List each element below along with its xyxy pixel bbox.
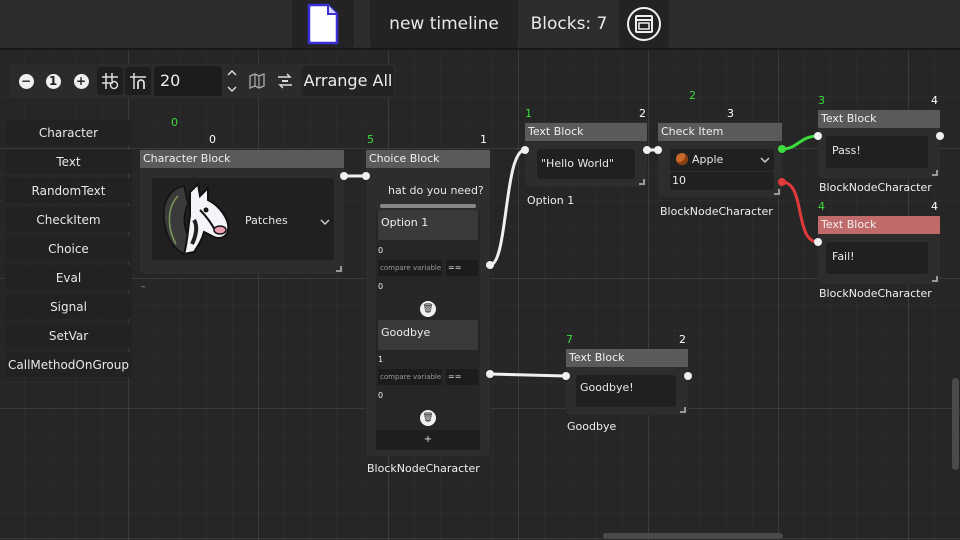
output-port[interactable] <box>643 146 651 154</box>
text-block-1-text: "Hello World" <box>541 157 615 170</box>
item-selector[interactable]: Apple <box>670 149 774 171</box>
character-selector[interactable]: Patches <box>152 178 334 260</box>
input-port[interactable] <box>814 238 822 246</box>
text-block-fail-text-field[interactable]: Fail! <box>826 242 928 274</box>
input-port[interactable] <box>654 146 662 154</box>
resize-handle[interactable] <box>336 266 342 272</box>
option-1-compare-value[interactable]: 0 <box>378 282 383 291</box>
input-port[interactable] <box>814 132 822 140</box>
node-title: Text Block <box>818 110 940 128</box>
input-port[interactable] <box>521 146 529 154</box>
resize-handle[interactable] <box>639 179 645 185</box>
choice-block-output-count: 1 <box>480 133 487 146</box>
connection-option1-text <box>489 148 526 267</box>
resize-handle[interactable] <box>932 170 938 176</box>
text-block-goodbye-text: Goodbye! <box>580 381 634 394</box>
prompt-scrollbar[interactable] <box>380 204 476 208</box>
character-block-output-count: 0 <box>209 133 216 146</box>
option-2-output-port[interactable] <box>486 370 494 378</box>
character-name: Patches <box>245 214 288 227</box>
option-1-output-port[interactable] <box>486 261 494 269</box>
apple-icon <box>676 153 688 165</box>
output-port[interactable] <box>936 132 944 140</box>
choice-block-index: 5 <box>367 133 374 146</box>
trash-icon: 🗑 <box>422 413 434 423</box>
choice-prompt[interactable]: hat do you need? <box>388 184 484 197</box>
text-block-goodbye-text-field[interactable]: Goodbye! <box>576 375 676 407</box>
add-option-button[interactable]: + <box>376 430 480 450</box>
delete-option-1-button[interactable]: 🗑 <box>420 301 436 317</box>
item-quantity-field[interactable]: 10 <box>670 172 774 190</box>
character-block-node[interactable]: Character Block Patches <box>140 150 348 274</box>
output-port[interactable] <box>340 172 348 180</box>
choice-block-node[interactable]: Choice Block hat do you need? Option 1 0… <box>362 150 494 456</box>
chevron-down-icon <box>320 219 330 226</box>
chevron-down-icon <box>760 157 770 164</box>
input-port[interactable] <box>362 172 370 180</box>
check-item-output-count: 3 <box>727 107 734 120</box>
text-block-pass-text: Pass! <box>832 144 861 157</box>
check-item-footer: BlockNodeCharacter <box>660 205 773 218</box>
text-block-fail-index: 4 <box>818 200 825 213</box>
delete-option-2-button[interactable]: 🗑 <box>420 410 436 426</box>
text-block-goodbye-node[interactable]: Text Block Goodbye! <box>562 349 692 415</box>
resize-handle[interactable] <box>774 189 780 195</box>
item-quantity: 10 <box>672 174 686 187</box>
text-block-1-text-field[interactable]: "Hello World" <box>537 149 635 179</box>
character-portrait-icon <box>163 181 230 256</box>
option-1-operator-select[interactable]: == <box>446 260 478 276</box>
text-block-pass-output-count: 4 <box>931 94 938 107</box>
option-2-compare-value[interactable]: 0 <box>378 391 383 400</box>
node-title: Character Block <box>140 150 344 168</box>
connection-check-fail <box>781 180 819 244</box>
node-title: Choice Block <box>366 150 490 168</box>
resize-handle[interactable] <box>680 407 686 413</box>
option-1-compare-variable[interactable]: compare variable <box>378 260 442 276</box>
text-block-fail-text: Fail! <box>832 250 855 263</box>
check-item-index: 2 <box>689 89 696 102</box>
node-title: Text Block <box>525 123 647 141</box>
node-title: Check Item <box>658 123 782 141</box>
option-2-operator-select[interactable]: == <box>446 369 478 385</box>
option-2-compare-variable[interactable]: compare variable <box>378 369 442 385</box>
output-port[interactable] <box>684 372 692 380</box>
option-1-operator: == <box>448 263 462 272</box>
text-block-fail-node[interactable]: Text Block Fail! <box>814 216 940 284</box>
text-block-1-footer: Option 1 <box>527 194 575 207</box>
option-1-value[interactable]: 0 <box>378 246 383 255</box>
connection-goodbye-text <box>489 372 567 378</box>
text-block-goodbye-footer: Goodbye <box>567 420 617 433</box>
collapse-indicator[interactable]: – <box>141 282 146 292</box>
option-2-value[interactable]: 1 <box>378 355 383 364</box>
input-port[interactable] <box>562 372 570 380</box>
text-block-goodbye-output-count: 2 <box>679 333 686 346</box>
horizontal-scrollbar[interactable] <box>603 533 783 539</box>
trash-icon: 🗑 <box>422 304 434 314</box>
text-block-1-node[interactable]: Text Block "Hello World" <box>521 123 651 187</box>
vertical-scrollbar[interactable] <box>952 378 959 470</box>
false-output-port[interactable] <box>778 178 786 186</box>
check-item-node[interactable]: Check Item Apple 10 <box>654 123 786 197</box>
text-block-pass-node[interactable]: Text Block Pass! <box>814 110 944 178</box>
text-block-pass-index: 3 <box>818 94 825 107</box>
node-title: Text Block <box>566 349 688 367</box>
text-block-fail-output-count: 4 <box>931 200 938 213</box>
item-name: Apple <box>692 153 724 166</box>
connection-check-pass <box>781 134 819 151</box>
text-block-goodbye-index: 7 <box>566 333 573 346</box>
resize-handle[interactable] <box>932 276 938 282</box>
text-block-pass-text-field[interactable]: Pass! <box>826 136 928 168</box>
node-title: Text Block <box>818 216 940 234</box>
option-2-operator: == <box>448 372 462 381</box>
text-block-1-index: 1 <box>525 107 532 120</box>
character-block-index: 0 <box>171 116 178 129</box>
choice-block-footer: BlockNodeCharacter <box>367 462 480 475</box>
option-2-text[interactable]: Goodbye <box>378 320 478 350</box>
option-1-text[interactable]: Option 1 <box>378 210 478 240</box>
true-output-port[interactable] <box>778 145 786 153</box>
text-block-pass-footer: BlockNodeCharacter <box>819 181 932 194</box>
text-block-1-output-count: 2 <box>639 107 646 120</box>
text-block-fail-footer: BlockNodeCharacter <box>819 287 932 300</box>
